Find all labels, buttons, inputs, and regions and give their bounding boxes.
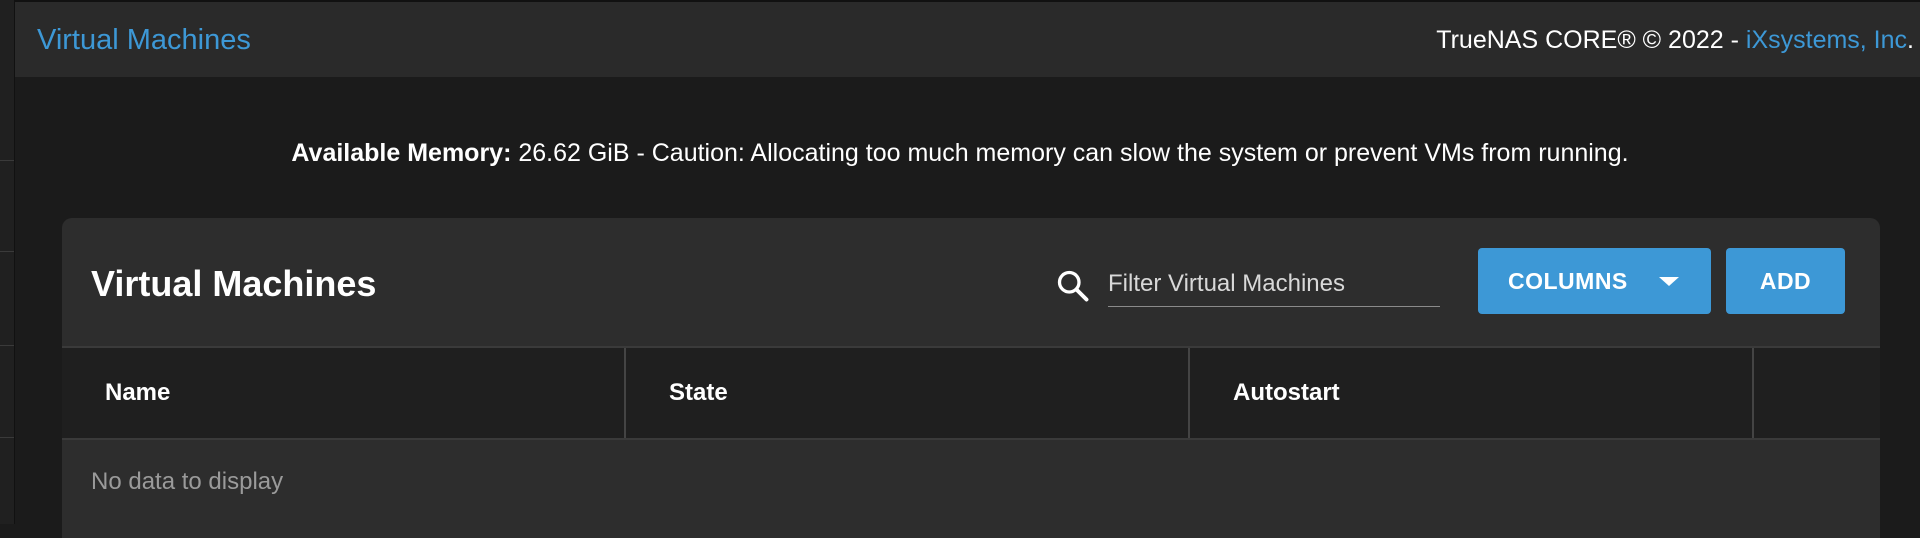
columns-button[interactable]: COLUMNS [1478,248,1711,314]
caret-down-icon [1659,277,1679,286]
columns-button-label: COLUMNS [1508,267,1628,294]
rail-divider [0,437,14,438]
rail-divider [0,345,14,346]
page-title: Virtual Machines [37,24,251,56]
empty-table-message: No data to display [91,468,284,495]
copyright-suffix: . [1907,26,1914,54]
copyright-text: TrueNAS CORE® © 2022 - iXsystems, Inc. [1436,26,1914,55]
copyright-prefix: TrueNAS CORE® © 2022 - [1436,26,1746,54]
company-link[interactable]: iXsystems, Inc [1746,26,1907,54]
memory-caution: 26.62 GiB - Caution: Allocating too much… [511,139,1629,167]
filter-input[interactable] [1108,262,1440,307]
add-button[interactable]: ADD [1726,248,1845,314]
memory-notice: Available Memory: 26.62 GiB - Caution: A… [0,139,1920,168]
table-header-row: Name State Autostart [62,346,1880,440]
page-header: Virtual Machines TrueNAS CORE® © 2022 - … [15,0,1920,77]
left-rail [0,0,15,524]
card-title: Virtual Machines [91,263,377,304]
memory-label: Available Memory: [291,139,512,167]
column-header-actions [1754,348,1880,438]
column-header-state[interactable]: State [626,348,1190,438]
column-header-autostart[interactable]: Autostart [1190,348,1754,438]
search-icon [1057,270,1089,302]
column-header-name[interactable]: Name [62,348,626,438]
rail-divider [0,251,14,252]
vm-card: Virtual Machines COLUMNS ADD Name State … [62,218,1880,538]
